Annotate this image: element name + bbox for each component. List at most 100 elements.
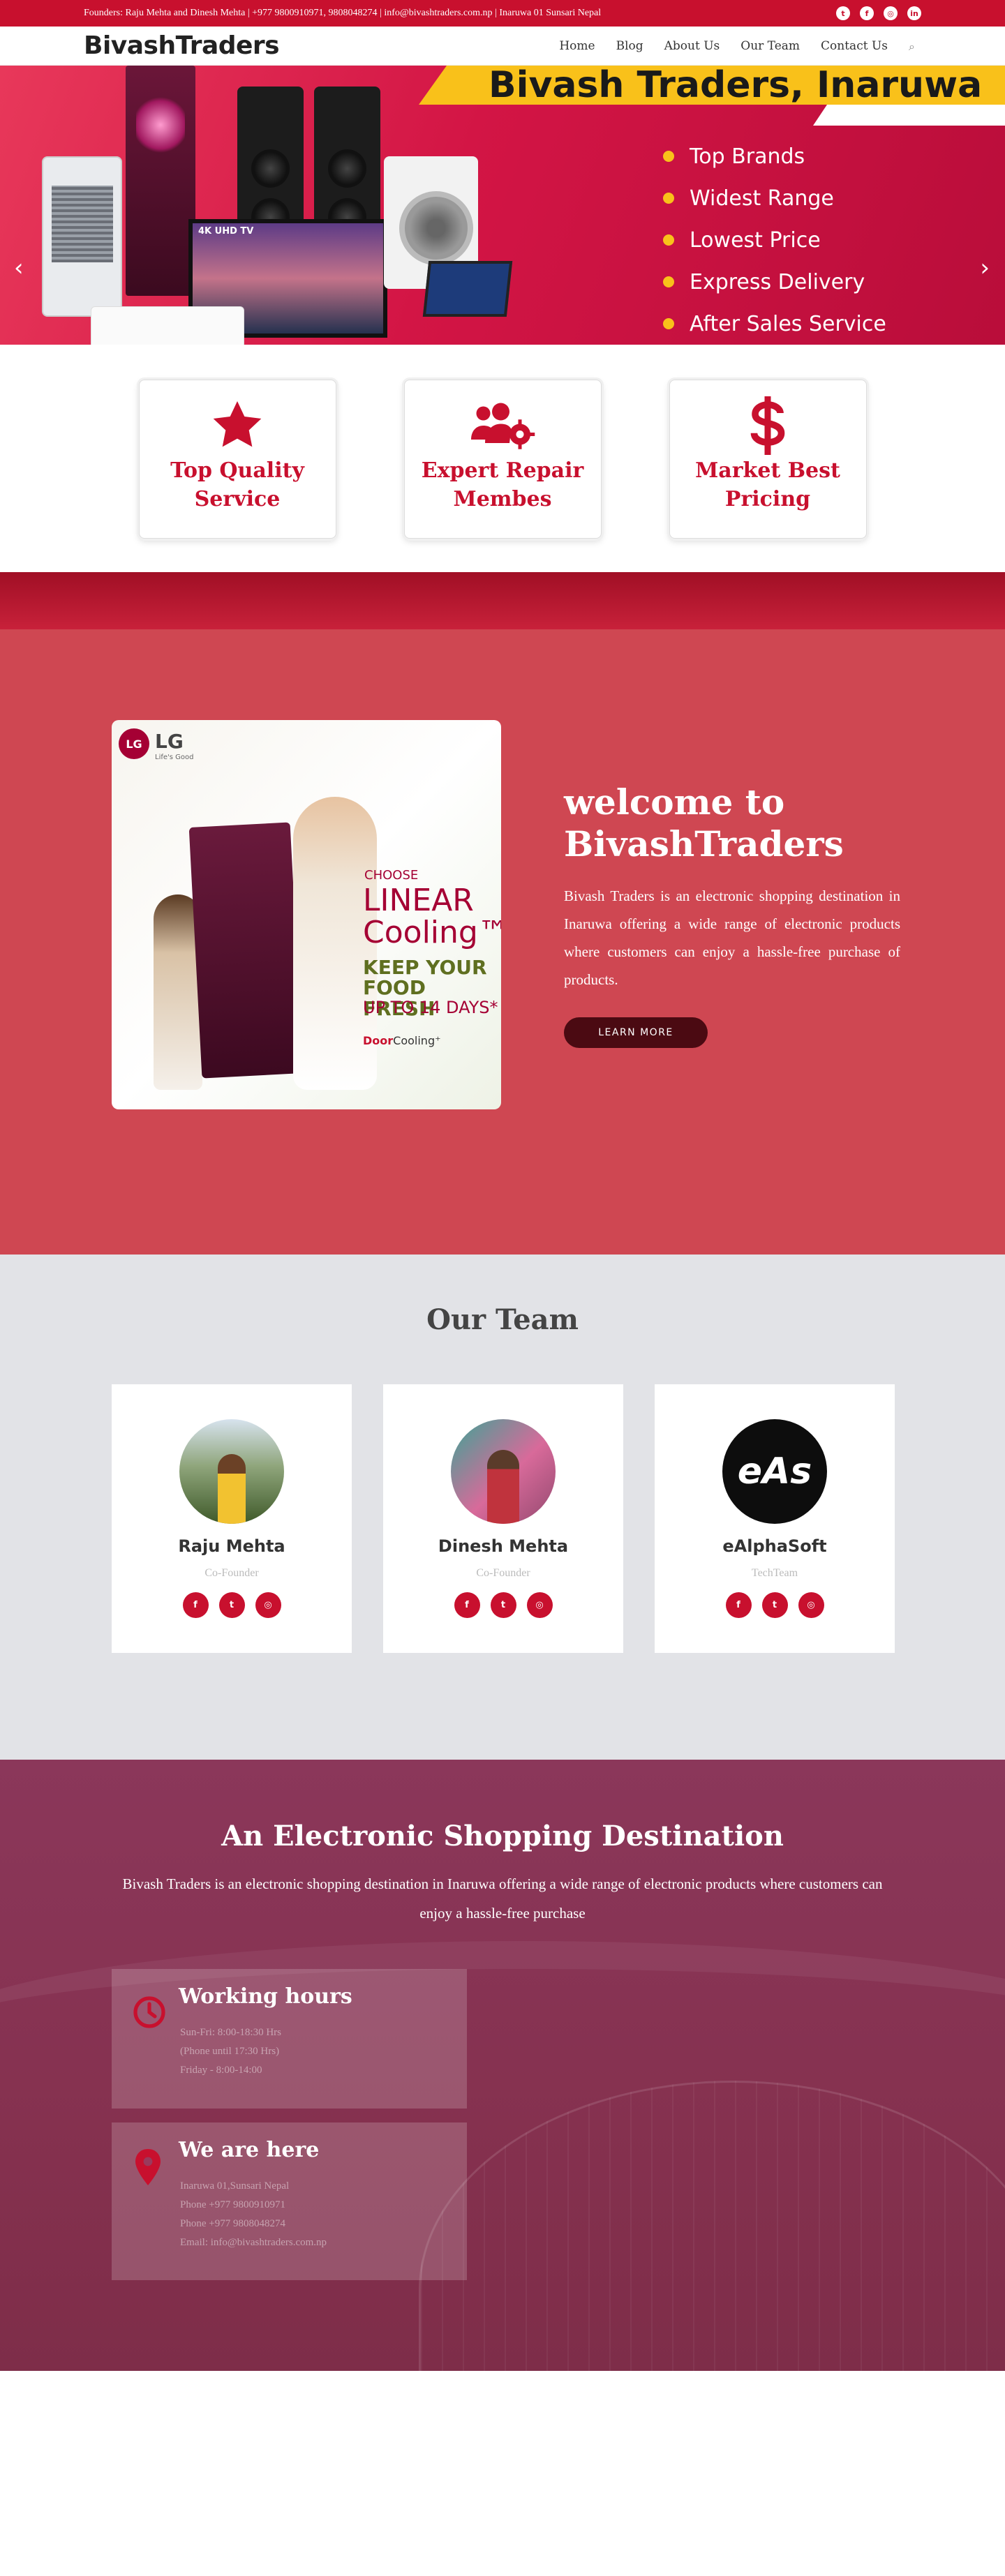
team-section: Our Team Raju Mehta Co-Founder f t ◎ Din…: [0, 1255, 1005, 1760]
site-logo[interactable]: BivashTraders: [84, 31, 280, 60]
bullet-dot: [663, 193, 674, 204]
feature-title: Expert Repair Membes: [421, 458, 584, 511]
hero-banner-strip: [813, 105, 1005, 126]
member-social-links: f t ◎: [655, 1592, 895, 1618]
member-role: Co-Founder: [204, 1567, 259, 1579]
member-role: Co-Founder: [476, 1567, 530, 1579]
poster-linear-text: LINEAR Cooling™: [363, 883, 501, 951]
star-icon: [140, 394, 336, 457]
clock-icon: [133, 1995, 166, 2032]
working-hours-lines: Sun-Fri: 8:00-18:30 Hrs (Phone until 17:…: [180, 2023, 281, 2080]
feature-title: Top Quality Service: [170, 458, 304, 511]
air-conditioner-image: [91, 306, 244, 345]
welcome-description: Bivash Traders is an electronic shopping…: [564, 888, 900, 988]
air-cooler-image: [42, 156, 122, 317]
nav-our-team[interactable]: Our Team: [740, 39, 800, 53]
lg-logo: LG: [119, 728, 149, 759]
linkedin-icon[interactable]: in: [907, 6, 921, 20]
top-social-links: t f ◎ in: [836, 6, 921, 20]
destination-section: An Electronic Shopping Destination Bivas…: [0, 1760, 1005, 2371]
feature-cards: Top Quality Service Expert Repair Membes…: [0, 345, 1005, 572]
poster-fridge: [188, 822, 304, 1079]
member-role: TechTeam: [751, 1567, 798, 1579]
hero-feature: Lowest Price: [663, 219, 886, 261]
twitter-icon[interactable]: t: [218, 1592, 245, 1618]
bullet-dot: [663, 151, 674, 162]
facebook-icon[interactable]: f: [182, 1592, 209, 1618]
slider-prev-arrow-icon[interactable]: ‹: [14, 254, 24, 282]
bullet-dot: [663, 318, 674, 329]
section-divider: [0, 572, 1005, 629]
poster-choose-text: CHOOSE: [364, 868, 419, 883]
nav-about-us[interactable]: About Us: [664, 39, 720, 53]
location-line: Inaruwa 01,Sunsari Nepal: [180, 2180, 290, 2192]
instagram-icon[interactable]: ◎: [798, 1592, 824, 1618]
team-cards: Raju Mehta Co-Founder f t ◎ Dinesh Mehta…: [112, 1384, 895, 1653]
feature-card-repair: Expert Repair Membes: [403, 380, 602, 539]
team-card-ealphasoft: eAs eAlphaSoft TechTeam f t ◎: [655, 1384, 895, 1653]
bullet-dot: [663, 234, 674, 246]
search-icon[interactable]: ⌕: [909, 40, 921, 53]
feature-card-pricing: Market Best Pricing: [669, 380, 867, 539]
working-hours-title: Working hours: [179, 1984, 352, 2009]
nav-blog[interactable]: Blog: [616, 39, 643, 53]
twitter-icon[interactable]: t: [836, 6, 850, 20]
twitter-icon[interactable]: t: [490, 1592, 516, 1618]
hero-feature: Top Brands: [663, 135, 886, 177]
instagram-icon[interactable]: ◎: [255, 1592, 281, 1618]
lg-brand-text: LG: [155, 730, 184, 753]
facebook-icon[interactable]: f: [860, 6, 874, 20]
member-name: eAlphaSoft: [722, 1536, 827, 1556]
location-line: Email: info@bivashtraders.com.np: [180, 2237, 327, 2248]
main-nav: Home Blog About Us Our Team Contact Us ⌕: [559, 39, 921, 53]
welcome-text: welcome to BivashTraders Bivash Traders …: [564, 781, 900, 1048]
member-social-links: f t ◎: [383, 1592, 623, 1618]
slider-next-arrow-icon[interactable]: ›: [980, 254, 990, 282]
instagram-icon[interactable]: ◎: [526, 1592, 553, 1618]
team-card-dinesh: Dinesh Mehta Co-Founder f t ◎: [383, 1384, 623, 1653]
poster-cooling-word: Cooling⁺: [393, 1034, 441, 1047]
location-lines: Inaruwa 01,Sunsari Nepal Phone +977 9800…: [180, 2177, 327, 2252]
lg-promo-image: LG LG Life's Good CHOOSE LINEAR Cooling™…: [112, 720, 501, 1109]
bullet-dot: [663, 276, 674, 287]
dollar-icon: [670, 394, 866, 457]
site-header: BivashTraders Home Blog About Us Our Tea…: [0, 27, 1005, 66]
poster-doorcooling-text: DoorCooling⁺: [363, 1034, 441, 1047]
hours-line: Friday - 8:00-14:00: [180, 2065, 262, 2076]
instagram-icon[interactable]: ◎: [884, 6, 898, 20]
facebook-icon[interactable]: f: [725, 1592, 752, 1618]
hero-slider: Bivash Traders, Inaruwa 4K UHD TV Top Br…: [0, 66, 1005, 345]
learn-more-button[interactable]: LEARN MORE: [564, 1017, 708, 1048]
avatar: [451, 1419, 556, 1524]
hero-feature-label: Widest Range: [690, 186, 834, 211]
location-line: Phone +977 9808048274: [180, 2218, 285, 2229]
hours-line: (Phone until 17:30 Hrs): [180, 2046, 280, 2057]
laptop-image: [422, 261, 513, 317]
hero-feature: Widest Range: [663, 177, 886, 219]
destination-description: Bivash Traders is an electronic shopping…: [122, 1875, 883, 1922]
feature-card-quality: Top Quality Service: [138, 380, 336, 539]
welcome-section: LG LG Life's Good CHOOSE LINEAR Cooling™…: [0, 629, 1005, 1255]
fridge-image: [126, 66, 195, 296]
avatar: [179, 1419, 284, 1524]
hero-banner-title: Bivash Traders, Inaruwa: [489, 66, 983, 106]
welcome-title: welcome to BivashTraders: [564, 781, 844, 864]
hero-feature-label: After Sales Service: [690, 311, 886, 336]
background-building: [419, 2081, 1005, 2371]
nav-home[interactable]: Home: [559, 39, 595, 53]
destination-title: An Electronic Shopping Destination: [221, 1820, 784, 1852]
ealphasoft-logo: eAs: [722, 1419, 827, 1524]
facebook-icon[interactable]: f: [454, 1592, 480, 1618]
twitter-icon[interactable]: t: [761, 1592, 788, 1618]
member-name: Dinesh Mehta: [438, 1536, 569, 1556]
map-pin-icon: [133, 2149, 163, 2188]
working-hours-box: Working hours Sun-Fri: 8:00-18:30 Hrs (P…: [112, 1969, 467, 2109]
top-bar: Founders: Raju Mehta and Dinesh Mehta | …: [0, 0, 1005, 27]
poster-upto-text: UP TO 14 DAYS*: [363, 998, 498, 1017]
hours-line: Sun-Fri: 8:00-18:30 Hrs: [180, 2027, 282, 2038]
hero-feature-label: Top Brands: [690, 144, 805, 169]
member-social-links: f t ◎: [112, 1592, 352, 1618]
nav-contact-us[interactable]: Contact Us: [821, 39, 888, 53]
contact-info: Founders: Raju Mehta and Dinesh Mehta | …: [84, 8, 602, 18]
hero-feature: After Sales Service: [663, 303, 886, 345]
